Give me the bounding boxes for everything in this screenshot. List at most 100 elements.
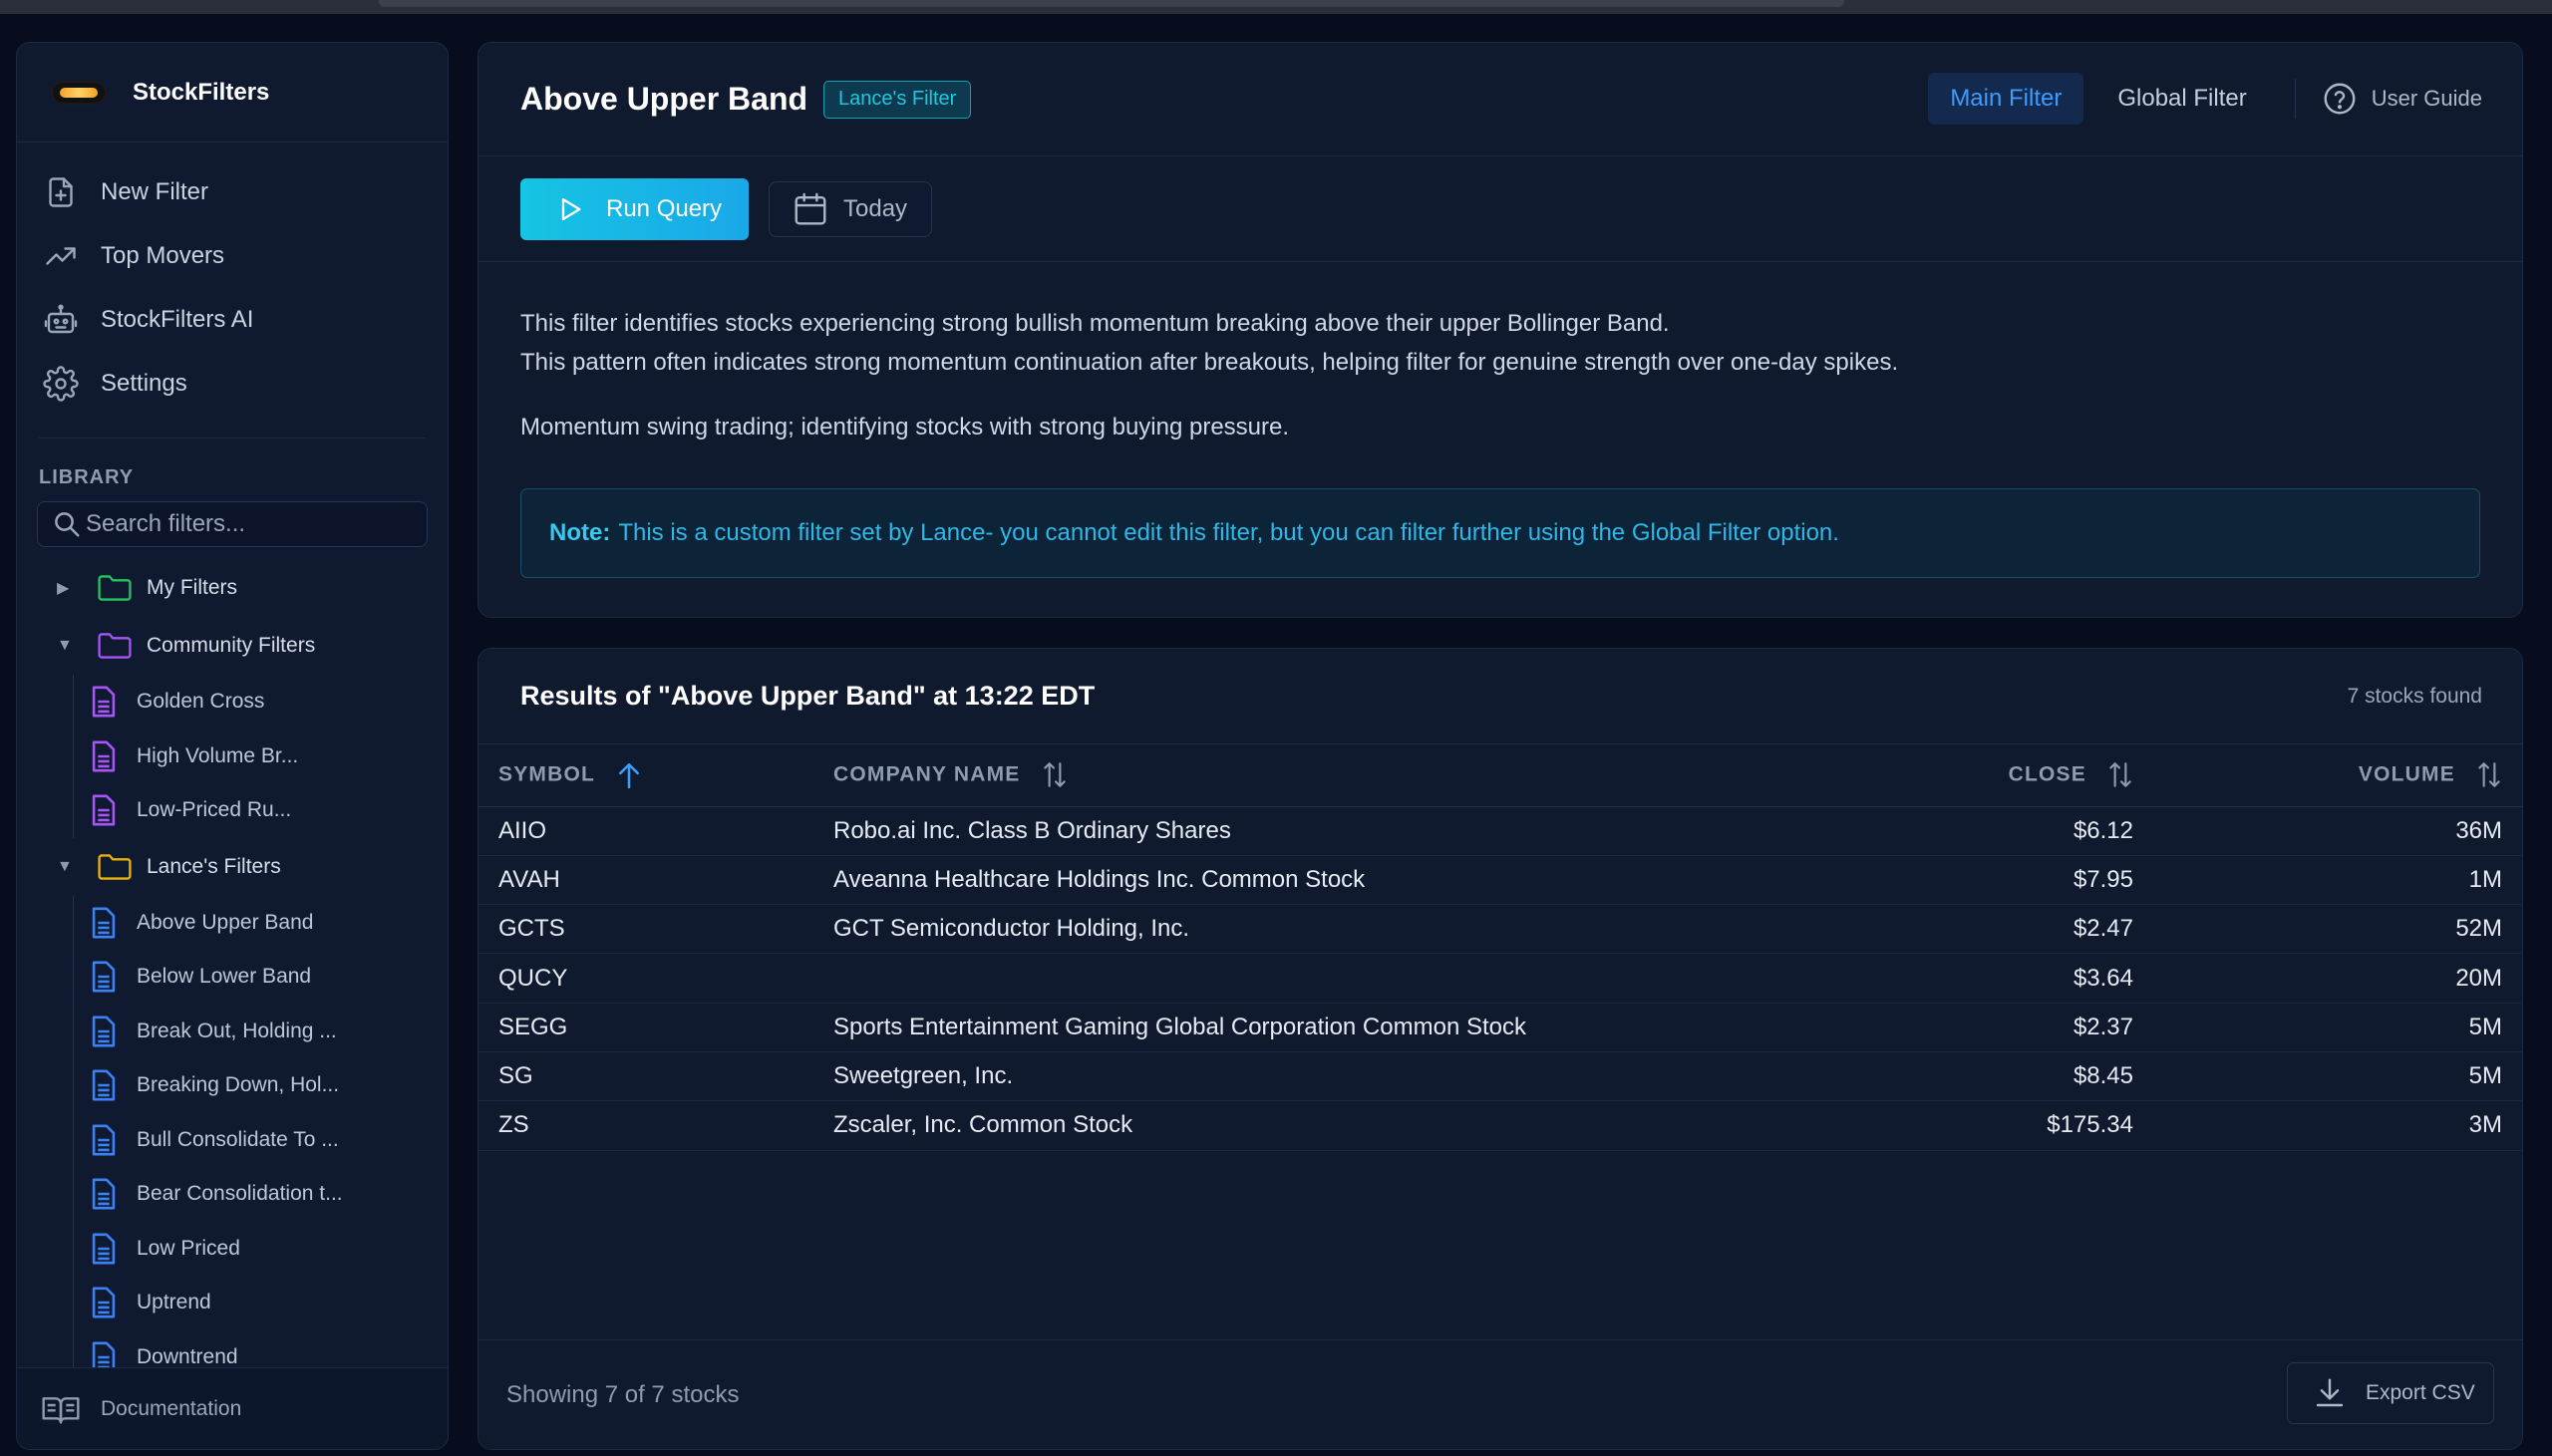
file-plus-icon [49,177,73,207]
table-row[interactable]: GCTS GCT Semiconductor Holding, Inc. $2.… [478,905,2522,954]
results-table: SYMBOL COMPANY NAME CLOSE VOLUME AIIO Ro… [478,744,2522,1151]
cell-symbol: AIIO [498,816,547,844]
note-label: Note: [549,519,611,546]
results-panel: Results of "Above Upper Band" at 13:22 E… [478,648,2523,1450]
cell-volume: 5M [2468,1062,2502,1090]
nav-stockfilters-ai[interactable]: StockFilters AI [17,288,448,352]
filter-item-label: Downtrend [137,1344,238,1368]
nav-settings[interactable]: Settings [17,352,448,416]
book-icon [42,1396,80,1424]
export-csv-button[interactable]: Export CSV [2287,1362,2494,1424]
export-csv-label: Export CSV [2366,1381,2475,1404]
filter-item[interactable]: Uptrend [17,1276,448,1330]
date-picker-button[interactable]: Today [769,180,932,237]
filter-item[interactable]: Above Upper Band [17,895,448,951]
documentation-link[interactable]: Documentation [17,1367,448,1449]
document-icon [92,1124,116,1156]
robot-icon [44,304,78,334]
document-icon [92,794,116,826]
play-icon [561,197,581,220]
column-header-symbol[interactable]: SYMBOL [478,744,833,806]
filter-item[interactable]: Golden Cross [17,675,448,729]
filter-item[interactable]: Breaking Down, Hol... [17,1058,448,1113]
results-header: Results of "Above Upper Band" at 13:22 E… [478,649,2522,744]
nav-label: StockFilters AI [101,306,254,333]
document-icon [92,907,116,939]
results-footer: Showing 7 of 7 stocks Export CSV [478,1339,2522,1449]
tab-global-filter[interactable]: Global Filter [2095,73,2268,125]
search-icon [55,512,80,537]
filter-item-label: Low-Priced Ru... [137,798,292,822]
column-header-volume[interactable]: VOLUME [2153,744,2522,806]
library-tree: ▶ My Filters ▼ Community Filters Golden … [17,559,448,1384]
filter-item-label: Uptrend [137,1291,211,1314]
column-label: SYMBOL [498,762,595,786]
search-input[interactable] [86,510,415,538]
library-title: LIBRARY [39,466,135,488]
description-line: This filter identifies stocks experienci… [520,310,1670,337]
gear-icon [43,366,79,402]
filter-item[interactable]: Below Lower Band [17,950,448,1005]
table-row[interactable]: ZS Zscaler, Inc. Common Stock $175.34 3M [478,1101,2522,1151]
download-icon [2316,1378,2344,1407]
chevron-down-icon: ▼ [57,857,73,875]
column-label: CLOSE [2008,762,2086,786]
document-icon [92,1069,116,1101]
folder-label: My Filters [147,576,237,599]
folder-lances-filters[interactable]: ▼ Lance's Filters [17,838,448,896]
table-row[interactable]: AIIO Robo.ai Inc. Class B Ordinary Share… [478,806,2522,856]
tab-main-filter[interactable]: Main Filter [1928,73,2084,125]
cell-company: Sweetgreen, Inc. [833,1062,1014,1090]
column-header-company[interactable]: COMPANY NAME [833,744,1840,806]
cell-volume: 52M [2455,915,2502,943]
run-query-button[interactable]: Run Query [520,177,749,240]
document-icon [92,961,116,993]
column-label: VOLUME [2358,762,2455,786]
user-guide-button[interactable]: User Guide [2322,81,2482,117]
sort-both-icon [1043,761,1066,787]
filter-item[interactable]: Break Out, Holding ... [17,1004,448,1059]
window-top-strip [0,0,2552,14]
nav-new-filter[interactable]: New Filter [17,160,448,224]
filter-item-label: High Volume Br... [137,743,299,767]
document-icon [92,740,116,772]
sidebar: StockFilters New Filter Top Movers Stock… [16,42,449,1450]
folder-label: Lance's Filters [147,854,281,878]
document-icon [92,1233,116,1265]
cell-company: Sports Entertainment Gaming Global Corpo… [833,1013,1526,1040]
filter-item[interactable]: Bull Consolidate To ... [17,1112,448,1168]
filter-item[interactable]: Bear Consolidation t... [17,1167,448,1222]
filter-item-label: Above Upper Band [137,910,314,934]
sort-both-icon [2109,761,2131,787]
nav-top-movers[interactable]: Top Movers [17,224,448,288]
documentation-label: Documentation [101,1396,242,1420]
chevron-right-icon: ▶ [57,580,70,597]
document-icon [92,1287,116,1318]
column-label: COMPANY NAME [833,762,1021,786]
cell-symbol: SEGG [498,1013,568,1040]
cell-close: $8.45 [2073,1062,2133,1090]
filter-header-actions: Main Filter Global Filter User Guide [1928,73,2482,125]
sort-ascending-icon [618,762,639,788]
cell-symbol: GCTS [498,915,565,943]
table-row[interactable]: AVAH Aveanna Healthcare Holdings Inc. Co… [478,855,2522,905]
table-row[interactable]: SG Sweetgreen, Inc. $8.45 5M [478,1051,2522,1101]
table-header-row: SYMBOL COMPANY NAME CLOSE VOLUME [478,744,2522,806]
main-nav: New Filter Top Movers StockFilters AI Se… [17,143,448,416]
table-row[interactable]: SEGG Sports Entertainment Gaming Global … [478,1003,2522,1052]
folder-community-filters[interactable]: ▼ Community Filters [17,617,448,675]
column-header-close[interactable]: CLOSE [1840,744,2153,806]
folder-my-filters[interactable]: ▶ My Filters [17,559,448,617]
filter-item-label: Below Lower Band [137,965,312,989]
filter-item[interactable]: Low Priced [17,1221,448,1277]
note-text: This is a custom filter set by Lance- yo… [618,519,1839,546]
document-icon [92,1178,116,1210]
filter-item[interactable]: Low-Priced Ru... [17,783,448,838]
results-count: 7 stocks found [2347,684,2482,708]
results-title: Results of "Above Upper Band" at 13:22 E… [520,681,1096,711]
help-circle-icon [2324,83,2356,115]
brand[interactable]: StockFilters [17,43,448,143]
table-row[interactable]: QUCY $3.64 20M [478,954,2522,1004]
cell-company: Aveanna Healthcare Holdings Inc. Common … [833,865,1366,893]
filter-item[interactable]: High Volume Br... [17,728,448,784]
